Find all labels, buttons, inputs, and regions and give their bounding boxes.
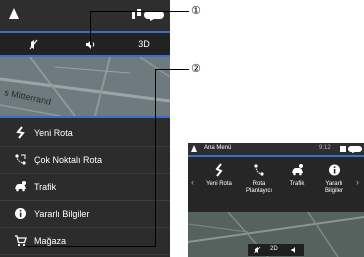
menu-item-label: Çok Noktalı Rota <box>34 155 103 165</box>
traffic-icon <box>291 164 303 176</box>
menu-item-traffic[interactable]: Trafik <box>0 174 170 201</box>
info-icon <box>15 208 26 219</box>
speaker-off-icon[interactable] <box>254 246 261 254</box>
callout-2-leader-vertical <box>155 69 156 247</box>
info-icon <box>328 164 340 176</box>
callout-2-leader-bottom <box>24 246 156 247</box>
menu-item-label: Yeni Rota <box>206 181 232 187</box>
main-menu-screen: Ana Menü 9:12 ‹ Yeni Rota Rota Planlayıc… <box>188 143 364 257</box>
status-icons <box>340 146 362 153</box>
view-mode-button[interactable]: 3D <box>132 33 156 55</box>
menu-item-label: Trafik <box>34 182 57 192</box>
map-view[interactable]: s Mitterrand <box>0 57 170 116</box>
menu-item-new-route[interactable]: Yeni Rota <box>204 163 234 188</box>
menu-item-useful-info[interactable]: Yararlı Bilgiler <box>319 163 349 195</box>
menu-item-label: Mağaza <box>34 236 67 246</box>
bottom-toolbar: 2D <box>248 244 304 256</box>
menu-item-new-route[interactable]: Yeni Rota <box>0 120 170 147</box>
callout-1-leader-horizontal <box>90 11 189 12</box>
menu-item-store[interactable]: Mağaza <box>0 228 170 255</box>
status-bar <box>0 0 170 31</box>
view-mode-button[interactable]: 2D <box>270 246 278 252</box>
speaker-off-icon <box>29 39 38 49</box>
main-menu: Yeni Rota Çok Noktalı Rota Trafik Yararl… <box>0 118 170 257</box>
speaker-icon[interactable] <box>291 246 298 254</box>
main-screen: 3D s Mitterrand Yeni Rota Çok Noktalı Ro… <box>0 0 170 257</box>
menu-item-label: Trafik <box>289 181 305 187</box>
mute-sound-button[interactable] <box>22 33 46 55</box>
map-roads <box>0 57 170 116</box>
route-planner-icon <box>254 164 264 176</box>
status-bar: Ana Menü 9:12 <box>188 143 364 155</box>
menu-item-multi-point-route[interactable]: Çok Noktalı Rota <box>0 147 170 174</box>
multi-point-route-icon <box>15 154 26 165</box>
route-icon <box>215 163 223 177</box>
clock-time: 9:12 <box>319 145 331 151</box>
screen-title: Ana Menü <box>204 145 232 151</box>
quick-toolbar: 3D <box>0 33 170 55</box>
navigation-arrow-icon[interactable] <box>9 8 19 19</box>
menu-item-label: Rota Planlayıcı <box>245 181 272 194</box>
scroll-right-icon[interactable]: › <box>356 177 359 187</box>
menu-item-traffic[interactable]: Trafik <box>282 163 312 188</box>
route-icon <box>16 126 25 139</box>
main-menu-icons: ‹ Yeni Rota Rota Planlayıcı Trafik Yarar… <box>188 157 364 212</box>
traffic-icon <box>15 181 26 192</box>
callout-2-leader-horizontal <box>155 69 189 70</box>
menu-item-label: Yararlı Bilgiler <box>34 209 90 219</box>
menu-item-route-planner[interactable]: Rota Planlayıcı <box>244 163 274 195</box>
callout-1-number: ① <box>191 4 201 17</box>
navigation-arrow-icon[interactable] <box>191 145 197 152</box>
menu-item-label: Yararlı Bilgiler <box>324 181 343 194</box>
menu-item-useful-info[interactable]: Yararlı Bilgiler <box>0 201 170 228</box>
callout-1-leader-vertical <box>90 11 91 45</box>
scroll-left-icon[interactable]: ‹ <box>191 177 194 187</box>
callout-2-number: ② <box>191 62 201 75</box>
menu-item-label: Yeni Rota <box>34 128 73 138</box>
